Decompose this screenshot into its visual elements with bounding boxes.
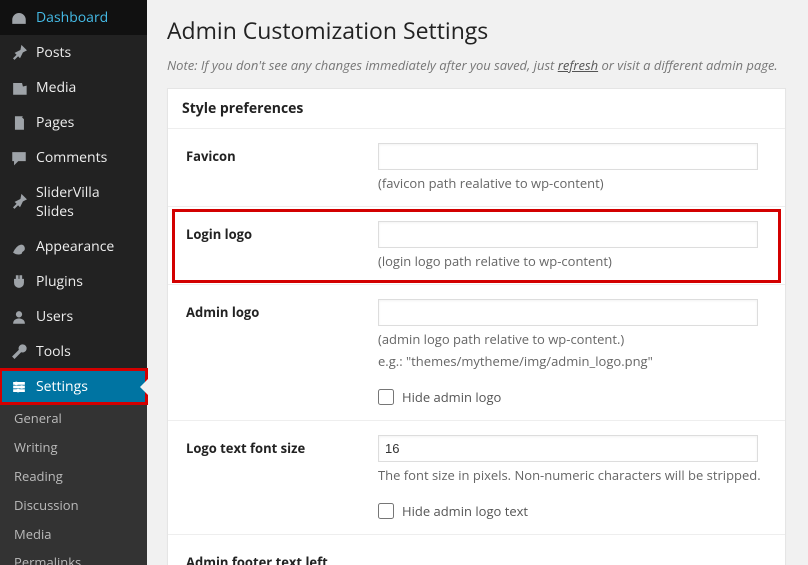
- admin-logo-desc2: e.g.: "themes/mytheme/img/admin_logo.png…: [378, 352, 771, 370]
- row-footer-left: Admin footer text left: [168, 535, 785, 565]
- sidebar-item-settings[interactable]: Settings: [0, 369, 147, 404]
- hide-admin-logo-checkbox[interactable]: [378, 389, 394, 405]
- panel-header: Style preferences: [168, 89, 785, 129]
- sidebar-item-slidervilla[interactable]: SliderVilla Slides: [0, 175, 147, 229]
- dashboard-icon: [10, 9, 28, 27]
- admin-logo-desc1: (admin logo path relative to wp-content.…: [378, 330, 771, 348]
- sidebar-item-appearance[interactable]: Appearance: [0, 229, 147, 264]
- sidebar-item-plugins[interactable]: Plugins: [0, 264, 147, 299]
- sidebar-item-label: Dashboard: [36, 8, 108, 27]
- admin-logo-input[interactable]: [378, 299, 758, 326]
- hide-admin-logo-text-label: Hide admin logo text: [402, 502, 528, 520]
- login-logo-desc: (login logo path relative to wp-content): [378, 252, 771, 270]
- sidebar-item-users[interactable]: Users: [0, 299, 147, 334]
- sidebar-item-media[interactable]: Media: [0, 70, 147, 105]
- admin-sidebar: Dashboard Posts Media Pages Comments Sli…: [0, 0, 147, 565]
- login-logo-input[interactable]: [378, 221, 758, 248]
- pin-icon: [10, 44, 28, 62]
- sub-item-writing[interactable]: Writing: [0, 433, 147, 462]
- page-title: Admin Customization Settings: [167, 14, 786, 46]
- sidebar-item-tools[interactable]: Tools: [0, 334, 147, 369]
- comments-icon: [10, 149, 28, 167]
- sidebar-item-label: Users: [36, 307, 73, 326]
- media-icon: [10, 79, 28, 97]
- pages-icon: [10, 114, 28, 132]
- sub-item-discussion[interactable]: Discussion: [0, 491, 147, 520]
- users-icon: [10, 308, 28, 326]
- page-note: Note: If you don't see any changes immed…: [167, 56, 786, 74]
- main-content: Admin Customization Settings Note: If yo…: [147, 0, 808, 565]
- label-login-logo: Login logo: [168, 207, 378, 285]
- sub-item-reading[interactable]: Reading: [0, 462, 147, 491]
- sidebar-item-label: Comments: [36, 148, 107, 167]
- sidebar-item-label: Plugins: [36, 272, 83, 291]
- sidebar-item-label: SliderVilla Slides: [36, 183, 137, 221]
- sidebar-item-label: Appearance: [36, 237, 114, 256]
- note-suffix: or visit a different admin page.: [598, 56, 778, 74]
- tools-icon: [10, 343, 28, 361]
- style-preferences-panel: Style preferences Favicon (favicon path …: [167, 88, 786, 565]
- label-footer-left: Admin footer text left: [168, 535, 378, 565]
- sub-item-permalinks[interactable]: Permalinks: [0, 548, 147, 565]
- sidebar-item-pages[interactable]: Pages: [0, 105, 147, 140]
- settings-submenu: General Writing Reading Discussion Media…: [0, 404, 147, 565]
- label-favicon: Favicon: [168, 129, 378, 207]
- sidebar-item-dashboard[interactable]: Dashboard: [0, 0, 147, 35]
- hide-admin-logo-text-checkbox[interactable]: [378, 503, 394, 519]
- sidebar-item-label: Tools: [36, 342, 71, 361]
- sidebar-item-comments[interactable]: Comments: [0, 140, 147, 175]
- logo-font-size-desc: The font size in pixels. Non-numeric cha…: [378, 466, 771, 484]
- logo-font-size-input[interactable]: [378, 435, 758, 462]
- hide-admin-logo-label: Hide admin logo: [402, 388, 501, 406]
- row-login-logo: Login logo (login logo path relative to …: [168, 207, 785, 285]
- sidebar-item-label: Media: [36, 78, 76, 97]
- sub-item-media[interactable]: Media: [0, 520, 147, 549]
- settings-icon: [10, 378, 28, 396]
- appearance-icon: [10, 238, 28, 256]
- sidebar-item-label: Posts: [36, 43, 71, 62]
- sub-item-general[interactable]: General: [0, 404, 147, 433]
- sidebar-item-label: Pages: [36, 113, 74, 132]
- pin-icon: [10, 193, 28, 211]
- plugins-icon: [10, 273, 28, 291]
- favicon-desc: (favicon path realative to wp-content): [378, 174, 771, 192]
- favicon-input[interactable]: [378, 143, 758, 170]
- note-prefix: Note: If you don't see any changes immed…: [167, 56, 558, 74]
- sidebar-item-label: Settings: [36, 377, 88, 396]
- sidebar-item-posts[interactable]: Posts: [0, 35, 147, 70]
- row-admin-logo: Admin logo (admin logo path relative to …: [168, 285, 785, 421]
- refresh-link[interactable]: refresh: [558, 56, 598, 74]
- label-admin-logo: Admin logo: [168, 285, 378, 421]
- row-logo-font-size: Logo text font size The font size in pix…: [168, 421, 785, 535]
- label-logo-font-size: Logo text font size: [168, 421, 378, 535]
- row-favicon: Favicon (favicon path realative to wp-co…: [168, 129, 785, 207]
- settings-form-table: Favicon (favicon path realative to wp-co…: [168, 129, 785, 565]
